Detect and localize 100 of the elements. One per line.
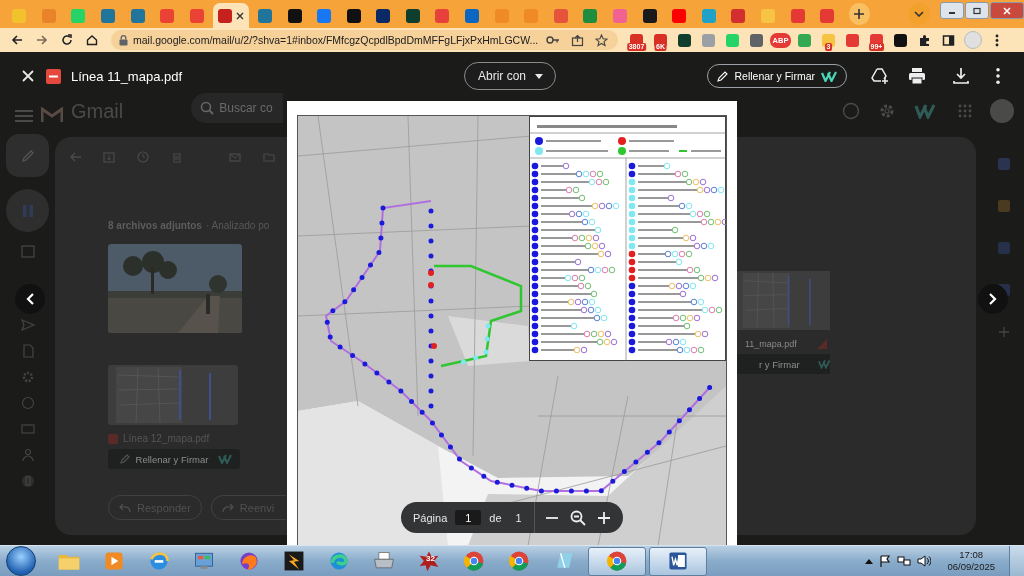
check-logo-icon [821,70,837,82]
fill-sign-button[interactable]: Rellenar y Firmar [108,449,240,469]
settings-icon[interactable] [878,102,896,120]
minimize-button[interactable] [939,2,964,19]
menu-icon[interactable] [15,109,33,123]
chevron-down-icon [914,11,924,17]
zoom-out-icon [568,508,587,527]
lightning-icon [282,549,306,573]
gear-icon[interactable] [20,370,35,384]
tag-icon[interactable] [20,474,35,488]
envelope-icon [41,107,63,123]
send-icon[interactable] [20,318,35,332]
pause-icon [22,204,33,217]
archive-icon[interactable] [103,151,115,163]
previous-button[interactable] [15,284,45,314]
pencil-icon [119,454,130,464]
help-icon[interactable] [842,102,860,120]
maximize-icon [971,6,982,15]
corner-flag-icon [816,339,827,349]
reload-icon [61,34,73,46]
more-icon [996,68,1000,84]
taskbar-button[interactable] [649,546,707,576]
show-desktop-button[interactable] [1009,546,1024,576]
url-text: mail.google.com/mail/u/2/?shva=1#inbox/FMfcgzQcpdlBpdDmMFFgLFjxPxHmLGCW... [133,34,539,46]
pencil-icon [717,70,729,82]
maximize-button[interactable] [964,2,989,19]
close-icon [1001,6,1012,15]
chevron-left-icon [26,293,34,305]
compose-button[interactable] [6,134,49,177]
page-of-label: de [489,511,502,524]
chevron-up-icon[interactable] [865,558,874,564]
file-icon[interactable] [20,344,35,358]
download-icon [952,67,970,85]
pdf-icon [108,433,118,444]
close-button[interactable] [20,68,36,84]
star-icon [595,33,610,47]
plus-icon [854,9,865,19]
video-icon[interactable] [20,422,35,436]
address-bar[interactable]: mail.google.com/mail/u/2/?shva=1#inbox/FMfcgzQcpdlBpdDmMFFgLFjxPxHmLGCW... [111,30,618,50]
home-icon [86,34,98,46]
play-icon [102,549,126,573]
clock-time[interactable]: 17:08 [959,549,984,561]
back-arrow-icon[interactable] [69,151,81,163]
keep-icon[interactable] [998,200,1010,212]
caret-icon [535,73,543,79]
taskbar-button[interactable]: 32 [408,546,450,576]
close-icon [235,11,244,20]
tab-search-button[interactable] [908,3,930,25]
file-name: 11_mapa.pdf [745,339,797,349]
network-icon[interactable] [897,555,912,567]
back-icon [11,34,23,46]
page-total: 1 [515,511,522,524]
new-tab-button[interactable] [848,3,871,25]
search-icon [200,101,215,115]
puzzle-icon [918,33,931,47]
avatar[interactable] [990,99,1014,123]
grid-icon[interactable] [958,104,972,118]
profile-avatar[interactable] [963,31,982,49]
volume-icon[interactable] [917,555,932,567]
key-icon [546,33,561,47]
people-icon[interactable] [20,448,35,462]
check-logo-icon [218,454,232,464]
calendar-icon[interactable] [20,244,35,258]
chevron-right-icon [989,293,997,305]
check-logo-icon [817,359,830,369]
page-field[interactable]: 1 [455,510,482,525]
ring-icon [462,549,486,573]
pencil-icon [20,148,35,163]
search-field[interactable]: Buscar co [191,93,284,123]
calendar-icon[interactable] [998,158,1010,170]
plus-icon[interactable] [998,326,1010,338]
flag-icon[interactable] [879,555,892,567]
menu-icon [994,33,999,47]
clock-icon[interactable] [20,396,35,410]
next-button[interactable] [978,284,1008,314]
folder-icon[interactable] [263,151,275,163]
count-label: 32 [426,553,435,563]
browser-tab[interactable] [213,3,249,28]
pause-button[interactable] [6,189,49,232]
reply-icon [119,502,131,513]
clock-date[interactable]: 06/09/2025 [947,561,995,573]
forward-icon [36,34,48,46]
fill-sign-button[interactable]: r y Firmar [737,354,830,374]
pdf-icon [46,68,61,84]
clock-icon[interactable] [137,151,149,163]
mail-icon[interactable] [229,151,241,163]
page-label: Página [413,511,448,524]
sidebar-icon [942,33,955,47]
close-icon [22,70,34,82]
lock-icon [119,34,128,46]
start-button[interactable] [6,546,36,576]
ring-icon [605,549,629,573]
minus-icon [545,516,558,519]
share-icon [570,33,585,47]
ring-icon [507,549,531,573]
triangle-plus-icon [871,67,889,85]
file-title: Línea 11_mapa.pdf [71,68,183,84]
open-with-button[interactable]: Abrir con [464,62,556,90]
print-icon [908,67,926,85]
forward-icon [221,502,234,513]
